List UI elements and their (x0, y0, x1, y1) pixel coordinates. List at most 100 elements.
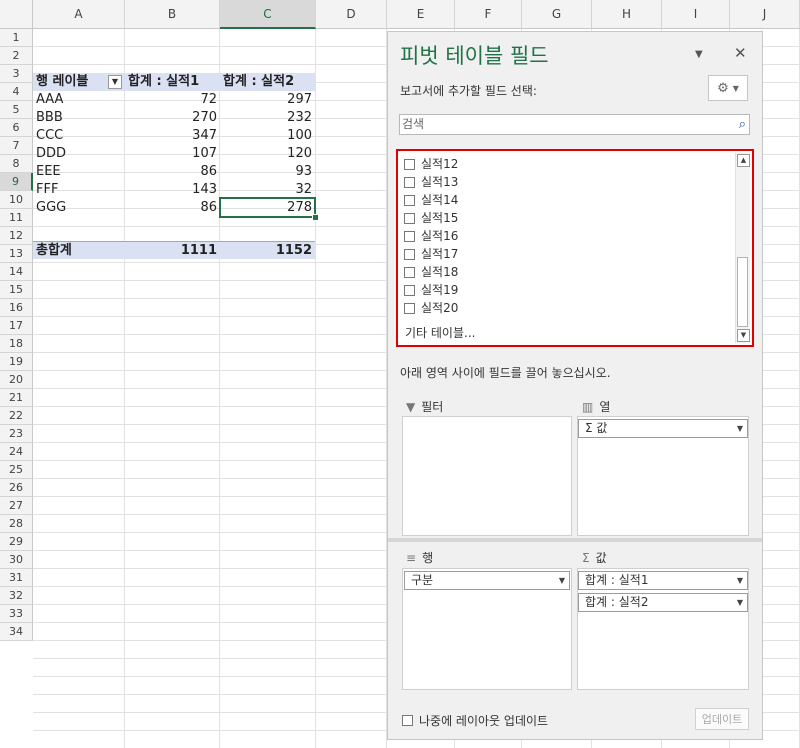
row-header-21[interactable]: 21 (0, 389, 33, 407)
column-header-f[interactable]: F (455, 0, 522, 29)
pivot-row-label[interactable]: AAA (33, 91, 125, 109)
field-checkbox[interactable] (404, 302, 415, 314)
pivot-value-cell[interactable]: 100 (220, 127, 315, 145)
row-header-12[interactable]: 12 (0, 227, 33, 245)
chevron-down-icon[interactable]: ▼ (737, 420, 743, 437)
field-item[interactable]: 실적15 (404, 209, 458, 227)
column-header-c[interactable]: C (220, 0, 316, 29)
defer-update-checkbox[interactable] (402, 715, 413, 726)
pivot-value-cell[interactable]: 72 (125, 91, 220, 109)
field-checkbox[interactable] (404, 266, 415, 278)
pivot-total-label[interactable]: 총합계 (33, 241, 125, 259)
scroll-up-icon[interactable]: ▲ (737, 154, 750, 167)
row-header-2[interactable]: 2 (0, 47, 33, 65)
row-header-29[interactable]: 29 (0, 533, 33, 551)
field-checkbox[interactable] (404, 248, 415, 260)
field-checkbox[interactable] (404, 176, 415, 188)
pivot-value-cell[interactable]: 297 (220, 91, 315, 109)
row-header-5[interactable]: 5 (0, 101, 33, 119)
pivot-value-cell[interactable]: 120 (220, 145, 315, 163)
pivot-total-v2[interactable]: 1152 (220, 241, 315, 259)
pivot-row-label[interactable]: EEE (33, 163, 125, 181)
field-list-scrollbar[interactable]: ▲ ▼ (735, 153, 750, 343)
fill-handle[interactable] (312, 214, 319, 221)
row-header-16[interactable]: 16 (0, 299, 33, 317)
pivot-value-cell[interactable]: 107 (125, 145, 220, 163)
row-header-27[interactable]: 27 (0, 497, 33, 515)
row-header-31[interactable]: 31 (0, 569, 33, 587)
row-header-8[interactable]: 8 (0, 155, 33, 173)
row-header-20[interactable]: 20 (0, 371, 33, 389)
selected-cell-c9[interactable] (219, 197, 316, 218)
pivot-value-cell[interactable]: 93 (220, 163, 315, 181)
row-header-7[interactable]: 7 (0, 137, 33, 155)
close-icon[interactable]: ✕ (734, 44, 747, 62)
row-header-17[interactable]: 17 (0, 317, 33, 335)
field-checkbox[interactable] (404, 158, 415, 170)
pivot-value-cell[interactable]: 347 (125, 127, 220, 145)
search-input[interactable]: 검색 ⌕ (399, 114, 750, 135)
row-header-14[interactable]: 14 (0, 263, 33, 281)
field-checkbox[interactable] (404, 230, 415, 242)
row-header-32[interactable]: 32 (0, 587, 33, 605)
row-header-3[interactable]: 3 (0, 65, 33, 83)
row-header-9[interactable]: 9 (0, 173, 33, 191)
pivot-value-cell[interactable]: 143 (125, 181, 220, 199)
tools-button[interactable]: ⚙ ▼ (708, 75, 748, 101)
row-header-26[interactable]: 26 (0, 479, 33, 497)
pivot-row-label[interactable]: FFF (33, 181, 125, 199)
row-header-18[interactable]: 18 (0, 335, 33, 353)
row-header-22[interactable]: 22 (0, 407, 33, 425)
pivot-row-label[interactable]: CCC (33, 127, 125, 145)
field-checkbox[interactable] (404, 194, 415, 206)
field-item[interactable]: 실적13 (404, 173, 458, 191)
row-header-19[interactable]: 19 (0, 353, 33, 371)
defer-update-option[interactable]: 나중에 레이아웃 업데이트 (402, 712, 548, 729)
column-header-h[interactable]: H (592, 0, 662, 29)
row-header-34[interactable]: 34 (0, 623, 33, 641)
chevron-down-icon[interactable]: ▼ (737, 572, 743, 589)
row-header-25[interactable]: 25 (0, 461, 33, 479)
rows-field-pill[interactable]: 구분 ▼ (404, 571, 570, 590)
chevron-down-icon[interactable]: ▼ (737, 594, 743, 611)
values-drop-area[interactable]: 합계 : 실적1 ▼ 합계 : 실적2 ▼ (577, 568, 749, 690)
column-header-b[interactable]: B (125, 0, 220, 29)
rows-drop-area[interactable]: 구분 ▼ (402, 568, 572, 690)
select-all-corner[interactable] (0, 0, 33, 29)
row-header-28[interactable]: 28 (0, 515, 33, 533)
scroll-down-icon[interactable]: ▼ (737, 329, 750, 342)
pivot-col2-header[interactable]: 합계 : 실적2 (220, 73, 315, 91)
field-item[interactable]: 실적12 (404, 155, 458, 173)
row-header-13[interactable]: 13 (0, 245, 33, 263)
update-button[interactable]: 업데이트 (695, 708, 749, 730)
column-header-a[interactable]: A (33, 0, 125, 29)
field-item[interactable]: 실적20 (404, 299, 458, 317)
field-item[interactable]: 실적16 (404, 227, 458, 245)
row-header-1[interactable]: 1 (0, 29, 33, 47)
row-header-23[interactable]: 23 (0, 425, 33, 443)
field-list[interactable]: 실적12 실적13 실적14 실적15 실적16 실적17 실적18 실적19 실적20 기타 … (396, 149, 754, 347)
pivot-value-cell[interactable]: 86 (125, 163, 220, 181)
field-item[interactable]: 실적19 (404, 281, 458, 299)
pivot-value-cell[interactable]: 86 (125, 199, 220, 217)
column-header-d[interactable]: D (316, 0, 387, 29)
filter-drop-area[interactable] (402, 416, 572, 536)
columns-drop-area[interactable]: Σ 값 ▼ (577, 416, 749, 536)
column-header-e[interactable]: E (387, 0, 455, 29)
columns-field-pill[interactable]: Σ 값 ▼ (578, 419, 748, 438)
row-header-10[interactable]: 10 (0, 191, 33, 209)
row-header-4[interactable]: 4 (0, 83, 33, 101)
pivot-row-label[interactable]: DDD (33, 145, 125, 163)
row-label-filter-button[interactable]: ▼ (108, 75, 122, 89)
column-header-g[interactable]: G (522, 0, 592, 29)
pivot-row-label[interactable]: BBB (33, 109, 125, 127)
field-item[interactable]: 실적18 (404, 263, 458, 281)
pivot-col1-header[interactable]: 합계 : 실적1 (125, 73, 220, 91)
pivot-value-cell[interactable]: 270 (125, 109, 220, 127)
column-header-i[interactable]: I (662, 0, 730, 29)
row-header-15[interactable]: 15 (0, 281, 33, 299)
more-tables-link[interactable]: 기타 테이블... (405, 324, 475, 342)
field-item[interactable]: 실적17 (404, 245, 458, 263)
field-checkbox[interactable] (404, 284, 415, 296)
row-header-24[interactable]: 24 (0, 443, 33, 461)
